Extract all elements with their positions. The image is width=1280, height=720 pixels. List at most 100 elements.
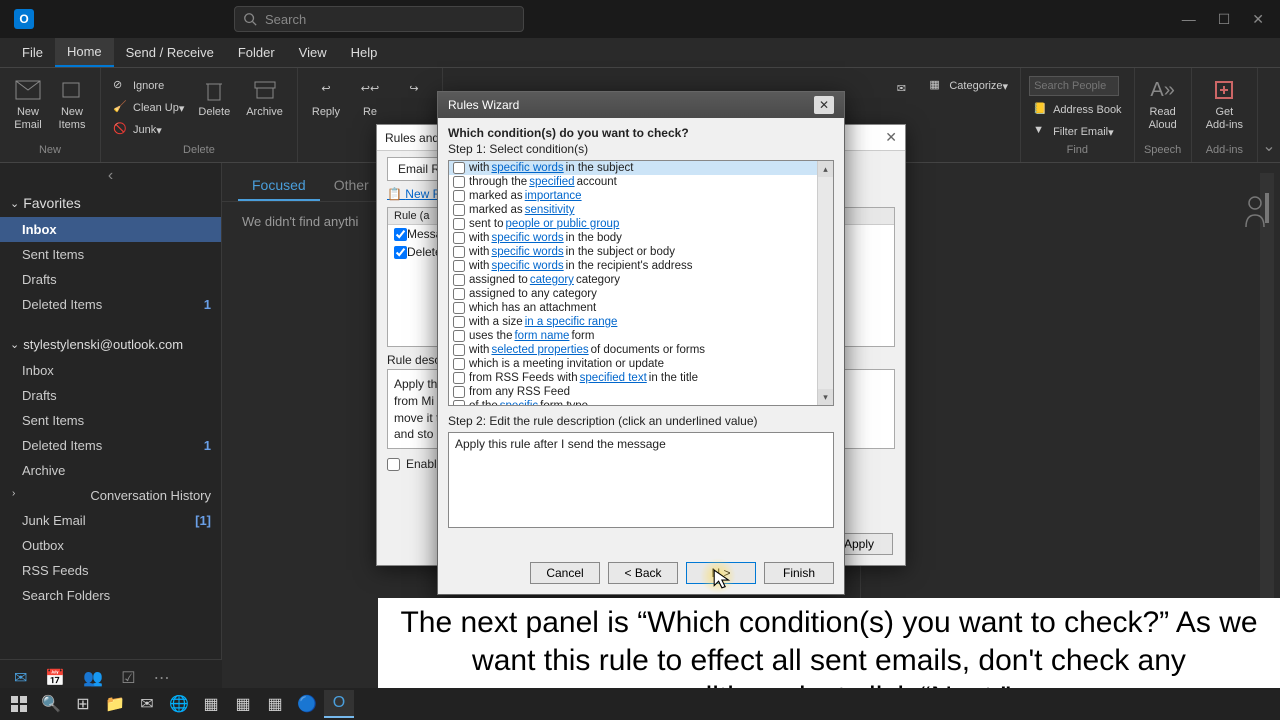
acct-deleted[interactable]: Deleted Items1: [0, 433, 221, 458]
next-button[interactable]: N >: [686, 562, 756, 584]
acct-convhist[interactable]: ›Conversation History: [0, 483, 221, 508]
categorize-button[interactable]: ▦Categorize ▾: [925, 76, 1012, 96]
menu-folder[interactable]: Folder: [226, 39, 287, 66]
condition-checkbox[interactable]: [453, 190, 465, 202]
enable-rules-checkbox[interactable]: [387, 458, 400, 471]
move-button[interactable]: ✉: [881, 72, 921, 110]
ignore-button[interactable]: ⊘Ignore: [109, 76, 188, 96]
nav-drafts[interactable]: Drafts: [0, 267, 221, 292]
task-explorer[interactable]: 📁: [100, 690, 130, 718]
condition-checkbox[interactable]: [453, 218, 465, 230]
condition-checkbox[interactable]: [453, 344, 465, 356]
acct-search-folders[interactable]: Search Folders: [0, 583, 221, 608]
acct-archive[interactable]: Archive: [0, 458, 221, 483]
condition-checkbox[interactable]: [453, 386, 465, 398]
condition-row[interactable]: through the specified account: [449, 175, 833, 189]
task-app2[interactable]: ▦: [228, 690, 258, 718]
condition-row[interactable]: assigned to category category: [449, 273, 833, 287]
task-view[interactable]: ⊞: [68, 690, 98, 718]
tasks-view-icon[interactable]: ☑: [121, 668, 135, 688]
tab-focused[interactable]: Focused: [238, 171, 320, 201]
nav-collapse-button[interactable]: ‹: [0, 163, 221, 189]
condition-row[interactable]: marked as sensitivity: [449, 203, 833, 217]
condition-checkbox[interactable]: [453, 246, 465, 258]
condition-checkbox[interactable]: [453, 330, 465, 342]
condition-row[interactable]: with a size in a specific range: [449, 315, 833, 329]
condition-checkbox[interactable]: [453, 358, 465, 370]
condition-checkbox[interactable]: [453, 260, 465, 272]
condition-checkbox[interactable]: [453, 288, 465, 300]
wizard-close-button[interactable]: ✕: [814, 96, 834, 114]
condition-row[interactable]: of the specific form type: [449, 399, 833, 406]
mail-view-icon[interactable]: ✉: [14, 668, 27, 688]
rule-checkbox[interactable]: [394, 228, 407, 241]
acct-outbox[interactable]: Outbox: [0, 533, 221, 558]
nav-deleted[interactable]: Deleted Items1: [0, 292, 221, 317]
task-outlook[interactable]: O: [324, 690, 354, 718]
acct-rss[interactable]: RSS Feeds: [0, 558, 221, 583]
account-header[interactable]: ⌄stylestylenski@outlook.com: [0, 331, 221, 358]
cancel-button[interactable]: Cancel: [530, 562, 600, 584]
cleanup-button[interactable]: 🧹Clean Up ▾: [109, 98, 188, 118]
condition-row[interactable]: from RSS Feeds with specified text in th…: [449, 371, 833, 385]
menu-send-receive[interactable]: Send / Receive: [114, 39, 226, 66]
condition-checkbox[interactable]: [453, 176, 465, 188]
menu-file[interactable]: File: [10, 39, 55, 66]
minimize-button[interactable]: —: [1182, 11, 1196, 28]
start-button[interactable]: [4, 690, 34, 718]
task-app[interactable]: ▦: [196, 690, 226, 718]
reply-button[interactable]: ↩Reply: [306, 72, 346, 123]
rule-description-box[interactable]: Apply this rule after I send the message: [448, 432, 834, 528]
condition-row[interactable]: with specific words in the body: [449, 231, 833, 245]
maximize-button[interactable]: ☐: [1218, 11, 1231, 28]
archive-button[interactable]: Archive: [240, 72, 289, 123]
new-items-button[interactable]: New Items: [52, 72, 92, 136]
condition-row[interactable]: which is a meeting invitation or update: [449, 357, 833, 371]
junk-button[interactable]: 🚫Junk ▾: [109, 120, 188, 140]
people-view-icon[interactable]: 👥: [83, 668, 103, 688]
menu-help[interactable]: Help: [339, 39, 390, 66]
condition-checkbox[interactable]: [453, 274, 465, 286]
reply-all-button[interactable]: ↩↩Re: [350, 72, 390, 123]
acct-inbox[interactable]: Inbox: [0, 358, 221, 383]
ribbon-collapse-button[interactable]: ⌄: [1258, 68, 1280, 162]
condition-row[interactable]: marked as importance: [449, 189, 833, 203]
acct-drafts[interactable]: Drafts: [0, 383, 221, 408]
condition-checkbox[interactable]: [453, 232, 465, 244]
new-rule-link[interactable]: 📋 New R: [387, 187, 441, 201]
condition-row[interactable]: uses the form name form: [449, 329, 833, 343]
task-edge[interactable]: 🔵: [292, 690, 322, 718]
calendar-view-icon[interactable]: 📅: [45, 668, 65, 688]
read-aloud-button[interactable]: A»Read Aloud: [1143, 72, 1183, 136]
condition-row[interactable]: with specific words in the subject or bo…: [449, 245, 833, 259]
condition-checkbox[interactable]: [453, 204, 465, 216]
task-app3[interactable]: ▦: [260, 690, 290, 718]
task-search[interactable]: 🔍: [36, 690, 66, 718]
condition-checkbox[interactable]: [453, 316, 465, 328]
new-email-button[interactable]: New Email: [8, 72, 48, 136]
favorites-header[interactable]: ⌄Favorites: [0, 189, 221, 217]
get-addins-button[interactable]: Get Add-ins: [1200, 72, 1249, 136]
conditions-scrollbar[interactable]: ▴▾: [817, 161, 833, 405]
condition-row[interactable]: assigned to any category: [449, 287, 833, 301]
nav-sent[interactable]: Sent Items: [0, 242, 221, 267]
close-button[interactable]: ✕: [1252, 11, 1264, 28]
back-button[interactable]: < Back: [608, 562, 678, 584]
rules-dialog-close[interactable]: ✕: [885, 129, 897, 146]
address-book-button[interactable]: 📒Address Book: [1029, 100, 1125, 120]
search-input[interactable]: Search: [234, 6, 524, 32]
condition-row[interactable]: sent to people or public group: [449, 217, 833, 231]
condition-row[interactable]: from any RSS Feed: [449, 385, 833, 399]
tab-other[interactable]: Other: [320, 171, 383, 201]
task-mail[interactable]: ✉: [132, 690, 162, 718]
condition-checkbox[interactable]: [453, 302, 465, 314]
delete-button[interactable]: Delete: [192, 72, 236, 123]
condition-row[interactable]: with selected properties of documents or…: [449, 343, 833, 357]
finish-button[interactable]: Finish: [764, 562, 834, 584]
condition-row[interactable]: with specific words in the subject: [449, 161, 833, 175]
acct-sent[interactable]: Sent Items: [0, 408, 221, 433]
forward-button[interactable]: ↪: [394, 72, 434, 110]
condition-row[interactable]: which has an attachment: [449, 301, 833, 315]
acct-junk[interactable]: Junk Email[1]: [0, 508, 221, 533]
condition-checkbox[interactable]: [453, 162, 465, 174]
